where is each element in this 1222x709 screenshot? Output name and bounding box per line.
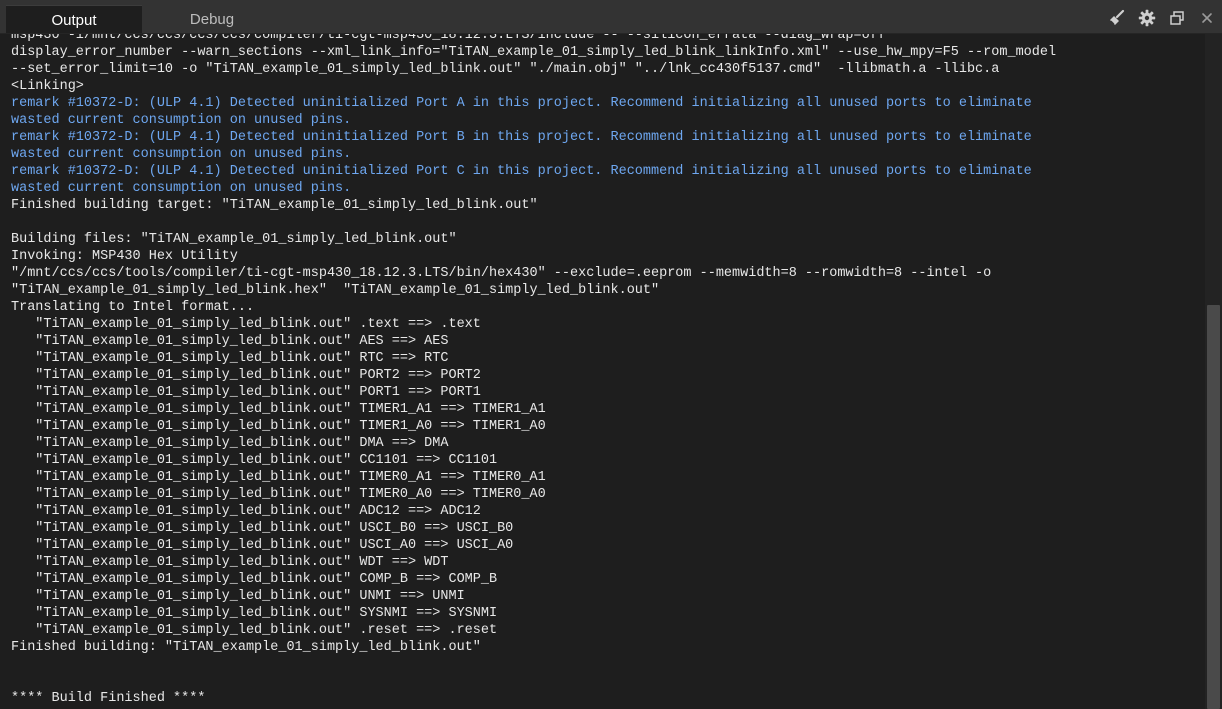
console-line: msp430 -i/mnt/ccs/ccs/ccs/ccs/compiler/t… [11,34,886,43]
console-line: <Linking> [11,79,84,94]
console-remark-line: wasted current consumption on unused pin… [11,147,352,162]
console-line: "TiTAN_example_01_simply_led_blink.out" … [11,589,465,604]
close-icon [1202,13,1212,23]
console-line: "TiTAN_example_01_simply_led_blink.hex" … [11,283,660,298]
panel-toolbar [1102,7,1222,29]
scrollbar-thumb[interactable] [1207,305,1220,709]
console-line: "TiTAN_example_01_simply_led_blink.out" … [11,555,449,570]
console-line: **** Build Finished **** [11,691,206,706]
console-output[interactable]: msp430 -i/mnt/ccs/ccs/ccs/ccs/compiler/t… [0,34,1205,709]
console-line: Finished building target: "TiTAN_example… [11,198,538,213]
console-line: "TiTAN_example_01_simply_led_blink.out" … [11,623,498,638]
tab-output-label: Output [51,11,97,29]
restore-button[interactable] [1162,7,1192,29]
console-remark-line: wasted current consumption on unused pin… [11,113,352,128]
console-line: "TiTAN_example_01_simply_led_blink.out" … [11,606,498,621]
gear-icon [1138,9,1156,27]
console-line: "/mnt/ccs/ccs/tools/compiler/ti-cgt-msp4… [11,266,992,281]
console-line: "TiTAN_example_01_simply_led_blink.out" … [11,538,514,553]
console-remark-line: remark #10372-D: (ULP 4.1) Detected unin… [11,130,1032,145]
clear-console-button[interactable] [1102,7,1132,29]
console-lines: msp430 -i/mnt/ccs/ccs/ccs/ccs/compiler/t… [11,34,1056,707]
console-remark-line: remark #10372-D: (ULP 4.1) Detected unin… [11,96,1032,111]
console-line: "TiTAN_example_01_simply_led_blink.out" … [11,487,546,502]
console-line: "TiTAN_example_01_simply_led_blink.out" … [11,504,481,519]
console-line: "TiTAN_example_01_simply_led_blink.out" … [11,385,481,400]
console-line: "TiTAN_example_01_simply_led_blink.out" … [11,453,498,468]
console-remark-line: remark #10372-D: (ULP 4.1) Detected unin… [11,164,1032,179]
close-button[interactable] [1192,7,1222,29]
tab-output[interactable]: Output [6,5,142,34]
tab-debug[interactable]: Debug [142,5,282,33]
console-line: Translating to Intel format... [11,300,255,315]
console-line: "TiTAN_example_01_simply_led_blink.out" … [11,572,498,587]
console-line: "TiTAN_example_01_simply_led_blink.out" … [11,521,514,536]
console-line: "TiTAN_example_01_simply_led_blink.out" … [11,419,546,434]
settings-button[interactable] [1132,7,1162,29]
tab-debug-label: Debug [189,10,235,28]
restore-window-icon [1170,11,1184,25]
broom-icon [1110,9,1125,25]
console-line: Building files: "TiTAN_example_01_simply… [11,232,457,247]
console-line: Finished building: "TiTAN_example_01_sim… [11,640,481,655]
console-line: "TiTAN_example_01_simply_led_blink.out" … [11,351,449,366]
console-line: "TiTAN_example_01_simply_led_blink.out" … [11,368,481,383]
console-line: "TiTAN_example_01_simply_led_blink.out" … [11,436,449,451]
panel-tab-bar: Output Debug [0,0,1222,34]
console-line: display_error_number --warn_sections --x… [11,45,1057,60]
console-scrollbar[interactable] [1205,34,1222,709]
console-line: "TiTAN_example_01_simply_led_blink.out" … [11,402,546,417]
console-line: "TiTAN_example_01_simply_led_blink.out" … [11,317,481,332]
console-line: "TiTAN_example_01_simply_led_blink.out" … [11,334,449,349]
console-line: Invoking: MSP430 Hex Utility [11,249,238,264]
console-line: "TiTAN_example_01_simply_led_blink.out" … [11,470,546,485]
console-line: --set_error_limit=10 -o "TiTAN_example_0… [11,62,1000,77]
console-remark-line: wasted current consumption on unused pin… [11,181,352,196]
